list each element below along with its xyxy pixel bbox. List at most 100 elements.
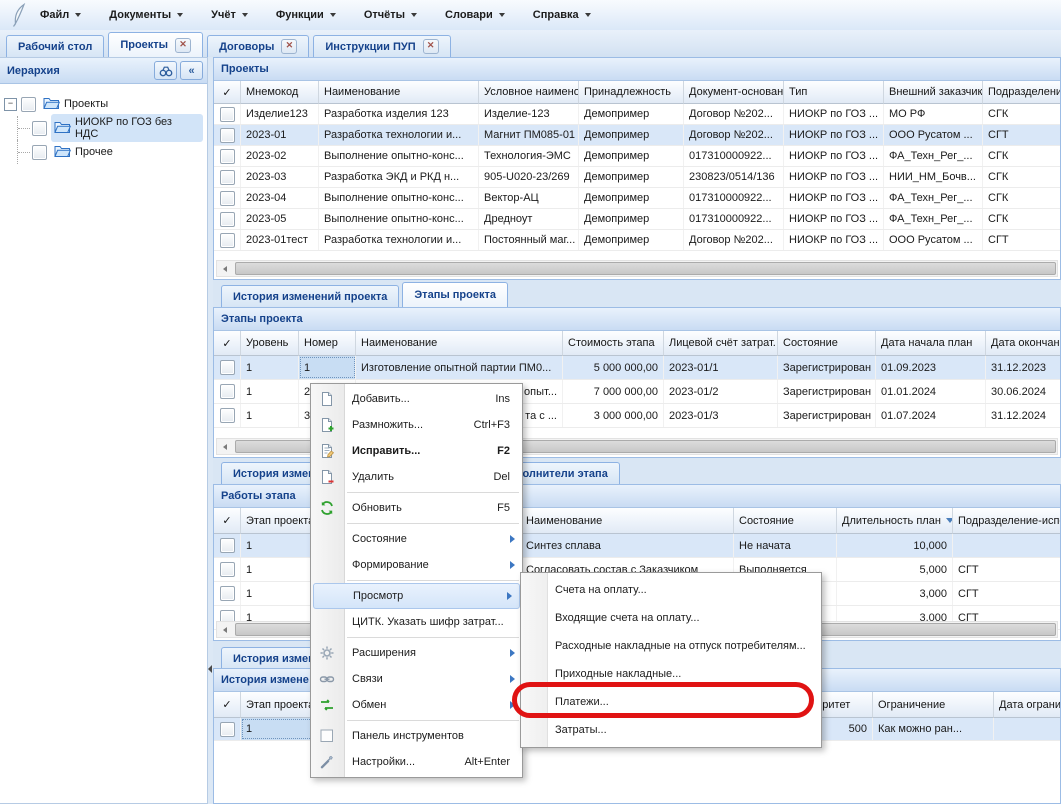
- context-menu-item-0[interactable]: Добавить...Ins: [311, 386, 522, 412]
- table-row[interactable]: Изделие123Разработка изделия 123Изделие-…: [214, 104, 1060, 125]
- tree-connector: [4, 116, 18, 140]
- column-header[interactable]: Дата окончания: [986, 331, 1061, 356]
- column-header[interactable]: Состояние: [734, 508, 837, 534]
- column-header[interactable]: ✓: [214, 692, 241, 718]
- column-header[interactable]: Принадлежность: [579, 81, 684, 104]
- column-header[interactable]: Внешний заказчик: [884, 81, 983, 104]
- main-tab-1[interactable]: Проекты✕: [108, 32, 203, 57]
- column-header[interactable]: Наименование: [319, 81, 479, 104]
- tree-node-checkbox[interactable]: [32, 145, 47, 160]
- tree-expander-icon[interactable]: −: [4, 98, 17, 111]
- column-header[interactable]: Тип: [784, 81, 884, 104]
- projects-hscrollbar[interactable]: [216, 260, 1058, 277]
- row-checkbox[interactable]: [220, 149, 235, 164]
- tree-node-checkbox[interactable]: [21, 97, 36, 112]
- column-header[interactable]: Дата начала план: [876, 331, 986, 356]
- tab-close-icon[interactable]: ✕: [281, 39, 297, 54]
- menubar-item-1[interactable]: Документы: [109, 9, 183, 21]
- column-header[interactable]: ✓: [214, 331, 241, 356]
- menubar-item-5[interactable]: Словари: [445, 9, 505, 21]
- stage-tab-0[interactable]: История изменений проекта: [221, 285, 399, 307]
- tab-close-icon[interactable]: ✕: [175, 38, 191, 53]
- menubar-item-3[interactable]: Функции: [276, 9, 336, 21]
- menubar-item-6[interactable]: Справка: [533, 9, 591, 21]
- column-header[interactable]: Наименование: [356, 331, 563, 356]
- column-header[interactable]: ✓: [214, 508, 241, 534]
- row-checkbox[interactable]: [220, 384, 235, 399]
- column-header[interactable]: Подразделение: [983, 81, 1061, 104]
- menubar-item-0[interactable]: Файл: [40, 9, 81, 21]
- splitter-collapse-icon[interactable]: [208, 665, 212, 673]
- context-menu-item-18[interactable]: Настройки...Alt+Enter: [311, 749, 522, 775]
- cell-text: Выполнение опытно-конс...: [324, 150, 464, 162]
- menubar-item-2[interactable]: Учёт: [211, 9, 248, 21]
- menubar-item-4[interactable]: Отчёты: [364, 9, 417, 21]
- table-row[interactable]: 2023-01тестРазработка технологии и...Пос…: [214, 230, 1060, 251]
- row-checkbox[interactable]: [220, 408, 235, 423]
- column-header[interactable]: Стоимость этапа: [563, 331, 664, 356]
- submenu-item-2[interactable]: Расходные накладные на отпуск потребител…: [521, 632, 821, 660]
- row-checkbox[interactable]: [220, 128, 235, 143]
- row-checkbox[interactable]: [220, 170, 235, 185]
- row-checkbox[interactable]: [220, 233, 235, 248]
- main-tab-0[interactable]: Рабочий стол: [6, 35, 104, 57]
- row-checkbox[interactable]: [220, 212, 235, 227]
- context-menu-item-1[interactable]: Размножить...Ctrl+F3: [311, 412, 522, 438]
- column-header[interactable]: Номер: [299, 331, 356, 356]
- column-header[interactable]: Уровень: [241, 331, 299, 356]
- row-checkbox[interactable]: [220, 360, 235, 375]
- column-header[interactable]: Лицевой счёт затрат.: [664, 331, 778, 356]
- table-cell: [214, 125, 241, 145]
- table-row[interactable]: 11Изготовление опытной партии ПМ0...5 00…: [214, 356, 1060, 380]
- table-row[interactable]: 2023-05Выполнение опытно-конс...Дредноут…: [214, 209, 1060, 230]
- column-header[interactable]: Документ-основание: [684, 81, 784, 104]
- column-header[interactable]: Подразделение-исполнитель: [953, 508, 1061, 534]
- context-menu-item-10[interactable]: Просмотр: [313, 583, 520, 609]
- scroll-left-icon[interactable]: [217, 261, 233, 276]
- row-checkbox[interactable]: [220, 722, 235, 737]
- tab-close-icon[interactable]: ✕: [423, 39, 439, 54]
- context-menu-item-3[interactable]: УдалитьDel: [311, 464, 522, 490]
- context-menu-item-7[interactable]: Состояние: [311, 526, 522, 552]
- submenu-item-1[interactable]: Входящие счета на оплату...: [521, 604, 821, 632]
- context-menu-item-2[interactable]: Исправить...F2: [311, 438, 522, 464]
- column-header[interactable]: Состояние: [778, 331, 876, 356]
- tree-node-2[interactable]: Прочее: [4, 140, 203, 164]
- row-checkbox[interactable]: [220, 107, 235, 122]
- context-menu-item-17[interactable]: Панель инструментов: [311, 723, 522, 749]
- row-checkbox[interactable]: [220, 538, 235, 553]
- row-checkbox[interactable]: [220, 191, 235, 206]
- submenu-item-0[interactable]: Счета на оплату...: [521, 576, 821, 604]
- table-row[interactable]: 2023-03Разработка ЭКД и РКД н...905-U020…: [214, 167, 1060, 188]
- row-checkbox[interactable]: [220, 586, 235, 601]
- context-menu-item-11[interactable]: ЦИТК. Указать шифр затрат...: [311, 609, 522, 635]
- scrollbar-thumb[interactable]: [235, 262, 1056, 275]
- context-menu-item-5[interactable]: ОбновитьF5: [311, 495, 522, 521]
- column-header[interactable]: Условное наименование: [479, 81, 579, 104]
- tree-node-0[interactable]: −Проекты: [4, 92, 203, 116]
- search-binoculars-button[interactable]: [154, 61, 177, 80]
- tree-node-1[interactable]: НИОКР по ГОЗ без НДС: [4, 116, 203, 140]
- table-row[interactable]: 2023-01Разработка технологии и...Магнит …: [214, 125, 1060, 146]
- main-tab-3[interactable]: Инструкции ПУП✕: [313, 35, 450, 57]
- submenu-item-5[interactable]: Затраты...: [521, 716, 821, 744]
- stage-tab-1[interactable]: Этапы проекта: [402, 282, 508, 307]
- table-row[interactable]: 2023-02Выполнение опытно-конс...Технолог…: [214, 146, 1060, 167]
- scroll-left-icon[interactable]: [217, 622, 233, 637]
- context-menu-item-15[interactable]: Обмен: [311, 692, 522, 718]
- column-header[interactable]: Мнемокод: [241, 81, 319, 104]
- main-tab-2[interactable]: Договоры✕: [207, 35, 309, 57]
- context-menu-item-13[interactable]: Расширения: [311, 640, 522, 666]
- table-row[interactable]: 2023-04Выполнение опытно-конс...Вектор-А…: [214, 188, 1060, 209]
- column-header[interactable]: ✓: [214, 81, 241, 104]
- column-header[interactable]: Ограничение: [873, 692, 994, 718]
- column-header[interactable]: Длительность план: [837, 508, 953, 534]
- row-checkbox[interactable]: [220, 562, 235, 577]
- collapse-panel-button[interactable]: «: [180, 61, 203, 80]
- column-header[interactable]: Наименование: [521, 508, 734, 534]
- scroll-left-icon[interactable]: [217, 439, 233, 454]
- tree-node-checkbox[interactable]: [32, 121, 47, 136]
- context-menu-item-14[interactable]: Связи: [311, 666, 522, 692]
- column-header[interactable]: Дата ограничения: [994, 692, 1061, 718]
- context-menu-item-8[interactable]: Формирование: [311, 552, 522, 578]
